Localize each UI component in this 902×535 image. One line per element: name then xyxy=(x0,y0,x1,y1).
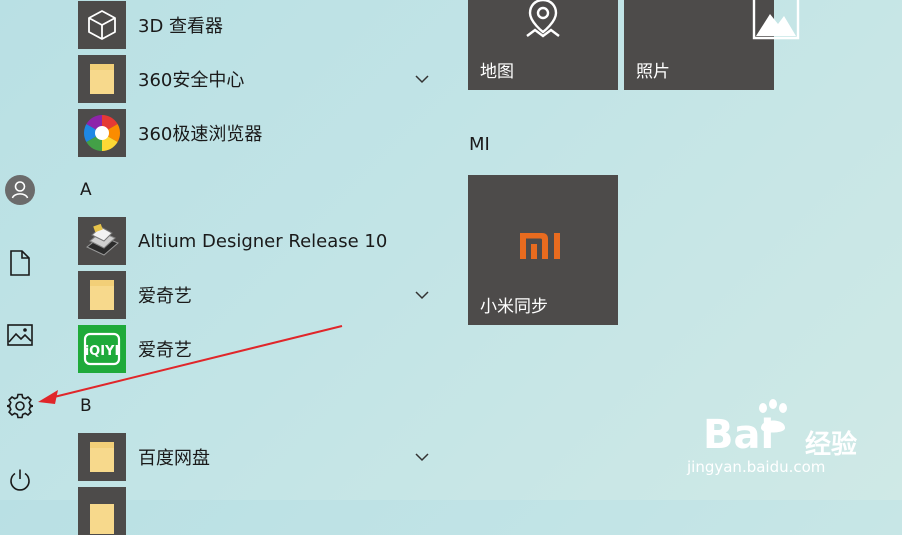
app-label: Altium Designer Release 10 xyxy=(138,230,388,252)
folder-icon xyxy=(90,504,114,534)
app-label: 百度网盘 xyxy=(138,448,210,469)
watermark-brand-2: 经验 xyxy=(805,430,858,460)
tile-photos[interactable]: 照片 xyxy=(624,0,800,90)
svg-text:iQIYI: iQIYI xyxy=(85,344,120,359)
app-icon-tile xyxy=(78,109,126,157)
account-button[interactable] xyxy=(0,170,40,210)
mi-logo-icon xyxy=(520,233,560,259)
chevron-down-icon[interactable] xyxy=(414,287,430,303)
picture-icon xyxy=(7,324,33,346)
photo-icon xyxy=(752,0,800,40)
folder-icon xyxy=(90,442,114,472)
app-item-iqiyi-folder[interactable]: 爱奇艺 xyxy=(78,271,448,319)
chevron-down-icon[interactable] xyxy=(414,71,430,87)
map-pin-icon xyxy=(526,0,560,38)
pictures-button[interactable] xyxy=(0,315,40,355)
user-avatar-icon xyxy=(5,175,35,205)
tile-label: 地图 xyxy=(480,62,514,82)
app-item-altium-designer[interactable]: Altium Designer Release 10 xyxy=(78,217,448,265)
start-left-rail xyxy=(0,0,40,500)
documents-button[interactable] xyxy=(0,243,40,283)
app-label: 360极速浏览器 xyxy=(138,124,263,145)
tile-label: 小米同步 xyxy=(480,297,548,317)
tile-maps[interactable]: 地图 xyxy=(468,0,618,90)
section-header-a[interactable]: A xyxy=(80,180,92,200)
settings-button[interactable] xyxy=(0,386,40,426)
tile-label: 照片 xyxy=(636,62,670,82)
app-icon-tile xyxy=(78,487,126,535)
gear-icon xyxy=(7,393,33,419)
app-icon-tile xyxy=(78,217,126,265)
folder-icon xyxy=(90,64,114,94)
watermark-url: jingyan.baidu.com xyxy=(687,458,826,476)
app-item-iqiyi[interactable]: iQIYI 爱奇艺 xyxy=(78,325,448,373)
app-icon-tile: iQIYI xyxy=(78,325,126,373)
baidu-jingyan-watermark: Bai 经验 jingyan.baidu.com xyxy=(687,399,862,490)
app-item-partial[interactable] xyxy=(78,487,448,535)
app-label: 爱奇艺 xyxy=(138,286,192,307)
app-icon-tile xyxy=(78,433,126,481)
app-item-3d-viewer[interactable]: 3D 查看器 xyxy=(78,1,448,49)
app-icon-tile xyxy=(78,1,126,49)
section-header-b[interactable]: B xyxy=(80,396,92,416)
tile-group-title[interactable]: MI xyxy=(469,134,490,155)
altium-icon xyxy=(86,223,119,256)
document-icon xyxy=(10,250,30,276)
cube-icon xyxy=(88,10,116,40)
360-browser-icon xyxy=(83,115,121,151)
app-item-360-security-folder[interactable]: 360安全中心 xyxy=(78,55,448,103)
app-label: 3D 查看器 xyxy=(138,16,224,37)
app-label: 爱奇艺 xyxy=(138,340,192,361)
power-button[interactable] xyxy=(0,460,40,500)
app-icon-tile xyxy=(78,271,126,319)
folder-icon xyxy=(90,280,114,310)
chevron-down-icon[interactable] xyxy=(414,449,430,465)
app-label: 360安全中心 xyxy=(138,70,245,91)
iqiyi-icon: iQIYI xyxy=(83,332,121,366)
power-icon xyxy=(10,469,30,491)
watermark-brand: Bai xyxy=(703,412,775,458)
tile-xiaomi-sync[interactable]: 小米同步 xyxy=(468,175,618,325)
app-icon-tile xyxy=(78,55,126,103)
app-item-baidu-netdisk-folder[interactable]: 百度网盘 xyxy=(78,433,448,481)
app-item-360-browser[interactable]: 360极速浏览器 xyxy=(78,109,448,157)
